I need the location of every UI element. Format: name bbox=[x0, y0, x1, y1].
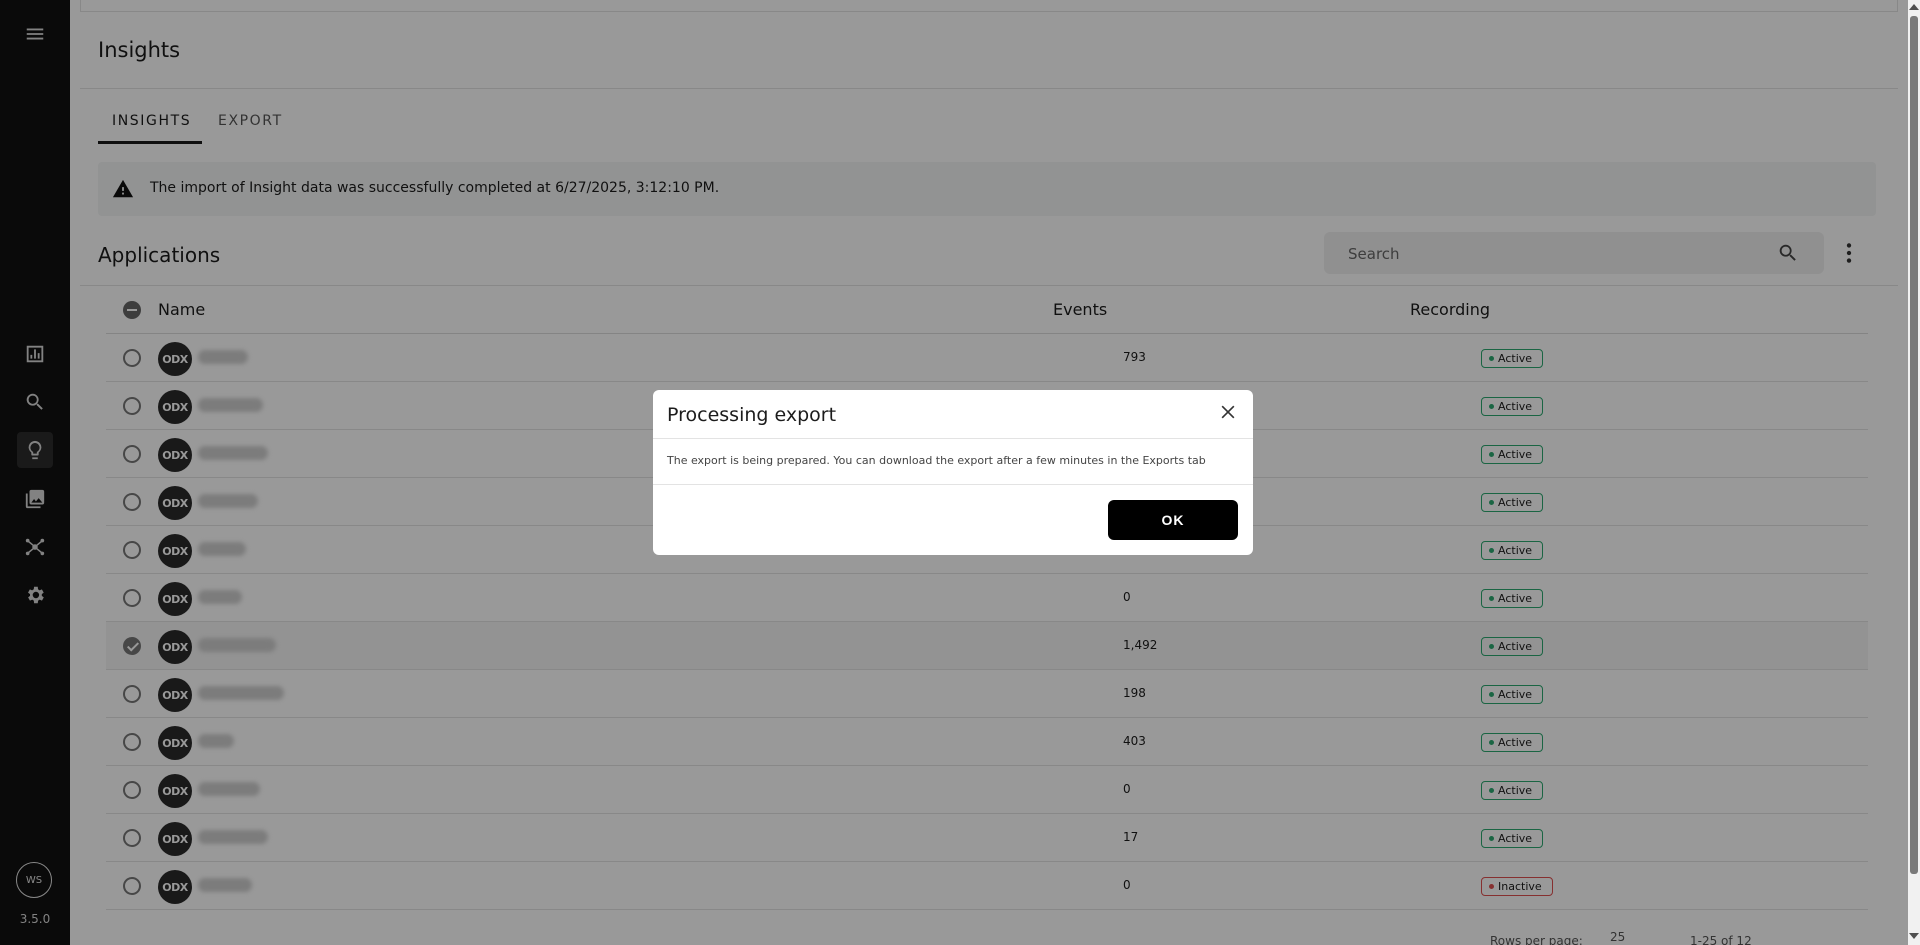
dialog-title: Processing export bbox=[667, 404, 837, 426]
processing-export-dialog: Processing export The export is being pr… bbox=[653, 390, 1253, 555]
scroll-thumb[interactable] bbox=[1910, 16, 1918, 874]
dialog-divider-bottom bbox=[653, 484, 1253, 485]
dialog-message: The export is being prepared. You can do… bbox=[667, 454, 1206, 467]
scroll-up-arrow[interactable] bbox=[1909, 4, 1919, 10]
page-scrollbar[interactable] bbox=[1908, 0, 1920, 945]
scroll-down-arrow[interactable] bbox=[1909, 933, 1919, 939]
ok-button[interactable]: OK bbox=[1108, 500, 1238, 540]
dialog-divider-top bbox=[653, 438, 1253, 439]
close-icon[interactable] bbox=[1218, 402, 1238, 422]
